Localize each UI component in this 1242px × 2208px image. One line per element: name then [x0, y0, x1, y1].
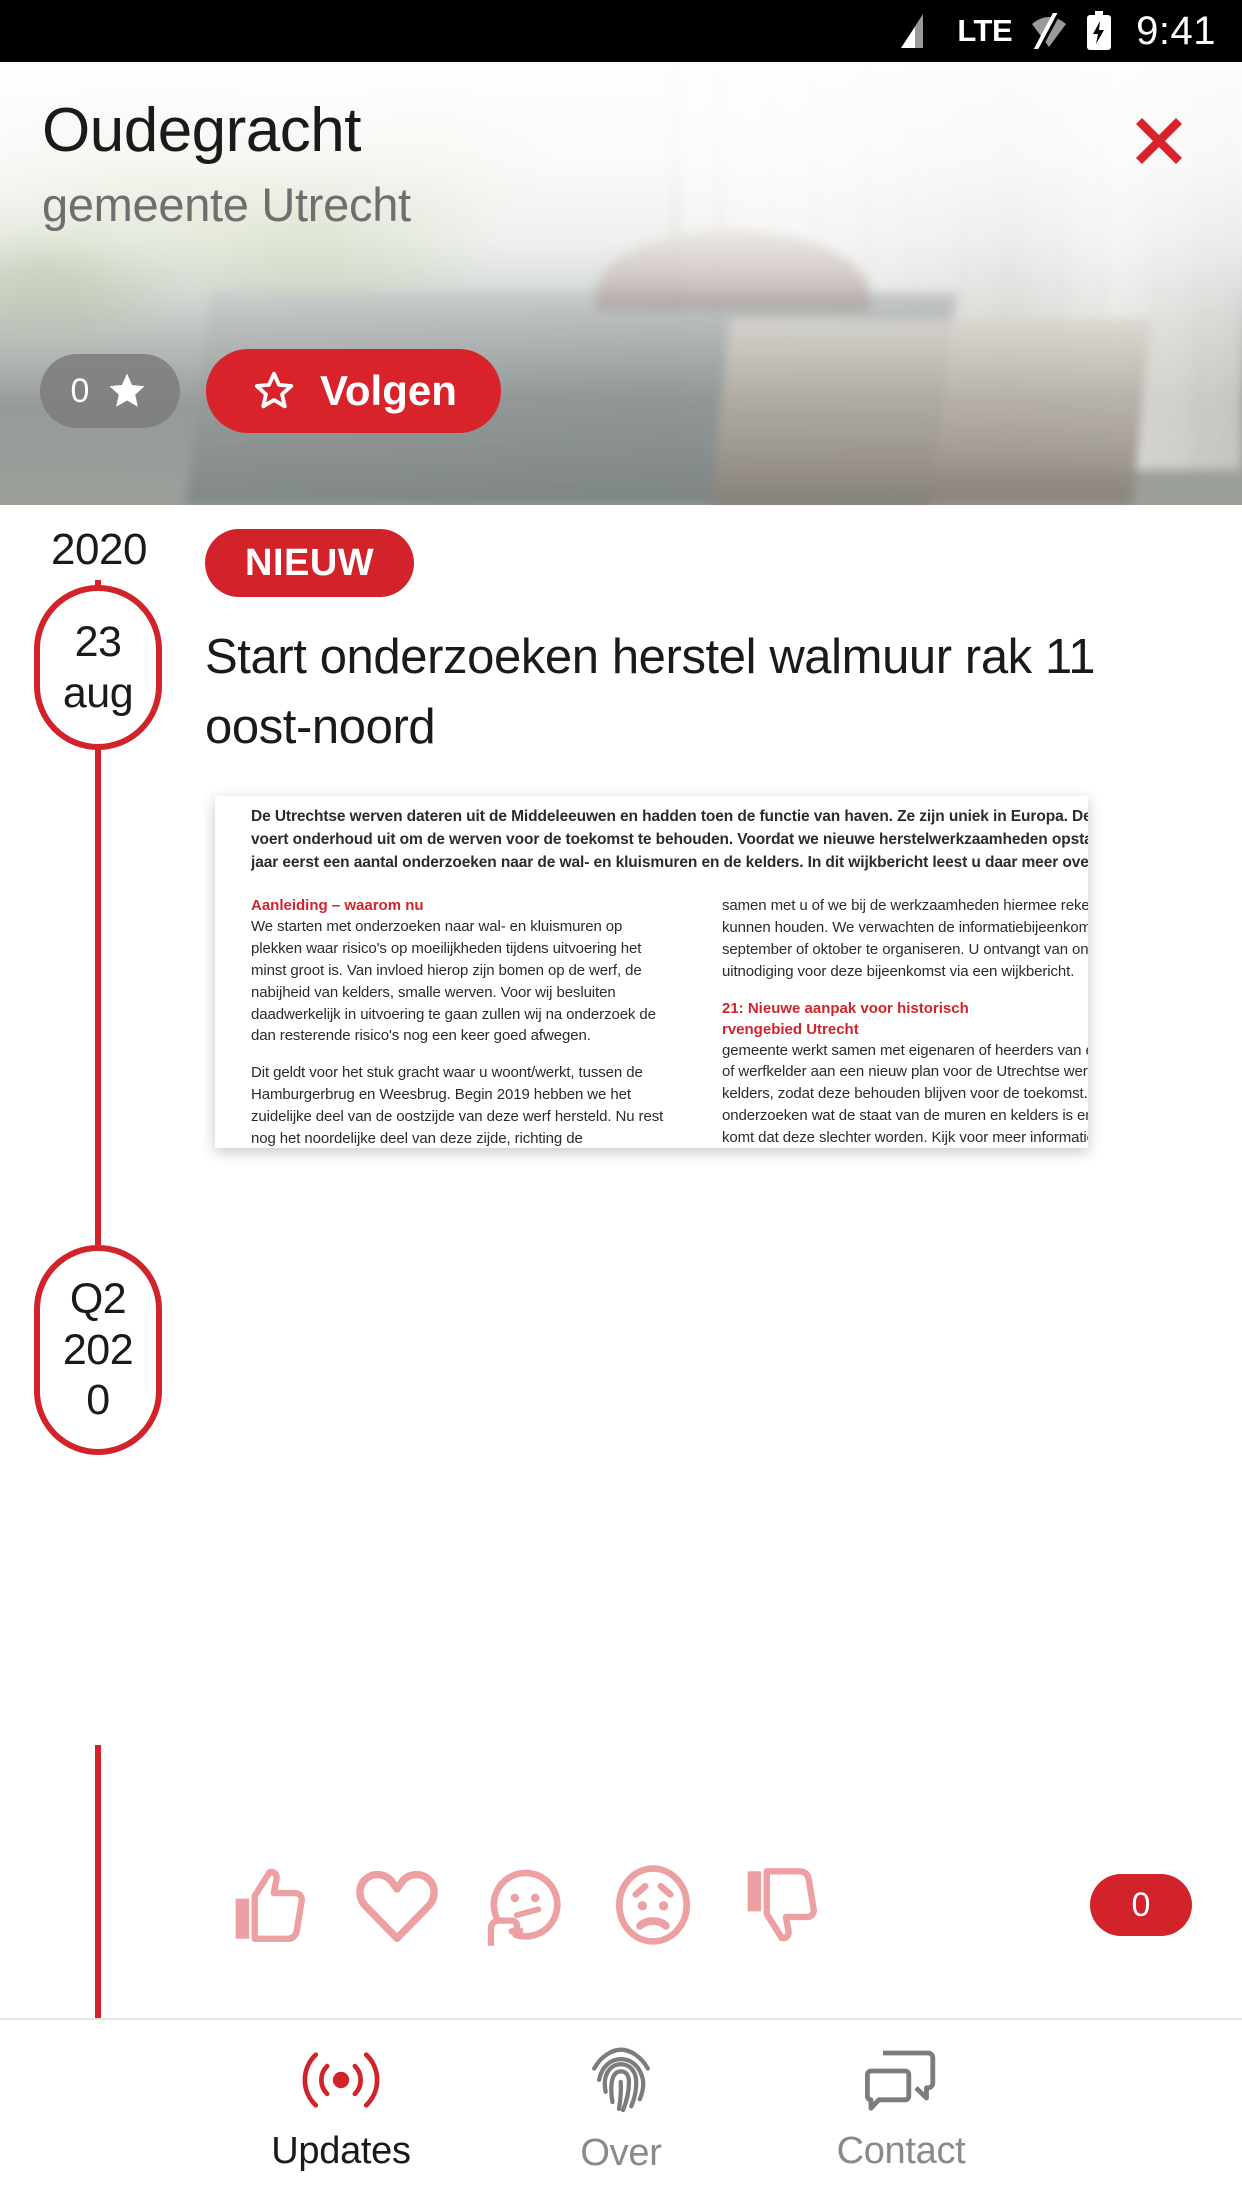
reaction-heart-button[interactable]: [333, 1845, 461, 1965]
timeline-node-quarter-line1: Q2: [69, 1274, 127, 1323]
timeline-node-quarter-line2: 202: [62, 1325, 134, 1374]
document-paragraph-text: gemeente werkt samen met eigenaren of he…: [722, 1041, 1088, 1147]
close-icon: [1136, 118, 1182, 164]
battery-charging-icon: [1086, 11, 1112, 51]
document-column-left: Aanleiding – waarom nu We starten met on…: [251, 895, 676, 1148]
fingerprint-icon: [592, 2047, 650, 2113]
article-title[interactable]: Start onderzoeken herstel walmuur rak 11…: [205, 623, 1145, 762]
heart-icon: [356, 1870, 438, 1943]
star-outline-icon: [254, 371, 294, 409]
bottom-navigation: Updates Over Contact: [0, 2018, 1242, 2208]
document-page: De Utrechtse werven dateren uit de Midde…: [251, 806, 1088, 1148]
hero-header: Oudegracht gemeente Utrecht 0 Volgen: [0, 62, 1242, 505]
follower-count-value: 0: [70, 371, 90, 410]
hero-action-row: 0 Volgen: [40, 349, 501, 433]
updates-timeline: 2020 23 aug Q2 202 0 NIEUW Start onderzo…: [0, 505, 1242, 2018]
tab-label-updates: Updates: [271, 2130, 411, 2172]
follower-count-pill[interactable]: 0: [40, 354, 180, 428]
clock: 9:41: [1136, 8, 1216, 53]
page-subtitle: gemeente Utrecht: [42, 178, 411, 231]
reaction-count-badge[interactable]: 0: [1090, 1874, 1192, 1936]
network-type-label: LTE: [957, 13, 1013, 48]
status-badge[interactable]: NIEUW: [205, 529, 415, 597]
document-paragraph: Dit geldt voor het stuk gracht waar u wo…: [251, 1064, 664, 1147]
broadcast-icon: [302, 2052, 380, 2108]
document-intro: De Utrechtse werven dateren uit de Midde…: [251, 808, 1088, 872]
page-title: Oudegracht: [42, 96, 362, 165]
update-article: NIEUW Start onderzoeken herstel walmuur …: [205, 505, 1202, 1149]
app-screen: LTE 9:41 Oudegracht gemeente Utrecht 0 V…: [0, 0, 1242, 2208]
thinking-face-icon: [487, 1869, 561, 1946]
document-preview[interactable]: De Utrechtse werven dateren uit de Midde…: [215, 796, 1088, 1149]
reaction-thumbs-down-button[interactable]: [717, 1845, 845, 1965]
reaction-sad-button[interactable]: [589, 1845, 717, 1965]
document-heading: 21: Nieuwe aanpak voor historisch: [722, 999, 969, 1017]
tab-label-over: Over: [580, 2132, 662, 2174]
thumbs-down-icon: [747, 1868, 817, 1942]
document-paragraph: We starten met onderzoeken naar wal- en …: [251, 917, 656, 1045]
wifi-off-icon: [1028, 13, 1070, 49]
tab-label-contact: Contact: [836, 2130, 966, 2172]
chat-bubbles-icon: [865, 2050, 936, 2111]
document-columns: Aanleiding – waarom nu We starten met on…: [251, 895, 1088, 1148]
sad-face-icon: [615, 1865, 691, 1945]
timeline-year-label: 2020: [51, 525, 147, 574]
thumbs-up-icon: [235, 1868, 305, 1942]
timeline-node-month: aug: [62, 668, 134, 717]
tab-contact[interactable]: Contact: [771, 2044, 1031, 2173]
reaction-thinking-button[interactable]: [461, 1845, 589, 1965]
status-bar: LTE 9:41: [0, 0, 1242, 62]
follow-button-label: Volgen: [320, 367, 457, 414]
document-heading: Aanleiding – waarom nu: [251, 896, 424, 914]
document-column-right: samen met u of we bij de werkzaamheden h…: [722, 895, 1088, 1148]
timeline-node-quarter[interactable]: Q2 202 0: [34, 1245, 162, 1455]
close-button[interactable]: [1122, 104, 1196, 178]
tab-updates[interactable]: Updates: [211, 2044, 471, 2173]
tab-over[interactable]: Over: [491, 2044, 751, 2175]
timeline-node-date[interactable]: 23 aug: [34, 585, 162, 750]
document-heading: rvengebied Utrecht: [722, 1020, 859, 1038]
reaction-bar: 0: [205, 1845, 1202, 1965]
reaction-thumbs-up-button[interactable]: [205, 1845, 333, 1965]
timeline-node-day: 23: [74, 617, 122, 666]
signal-bars-icon: [901, 14, 941, 48]
follow-button[interactable]: Volgen: [206, 349, 501, 433]
document-paragraph: samen met u of we bij de werkzaamheden h…: [722, 896, 1088, 980]
star-filled-icon: [109, 373, 145, 407]
timeline-node-quarter-line3: 0: [86, 1376, 110, 1425]
document-paragraph: gemeente werkt samen met eigenaren of he…: [722, 1040, 1088, 1149]
